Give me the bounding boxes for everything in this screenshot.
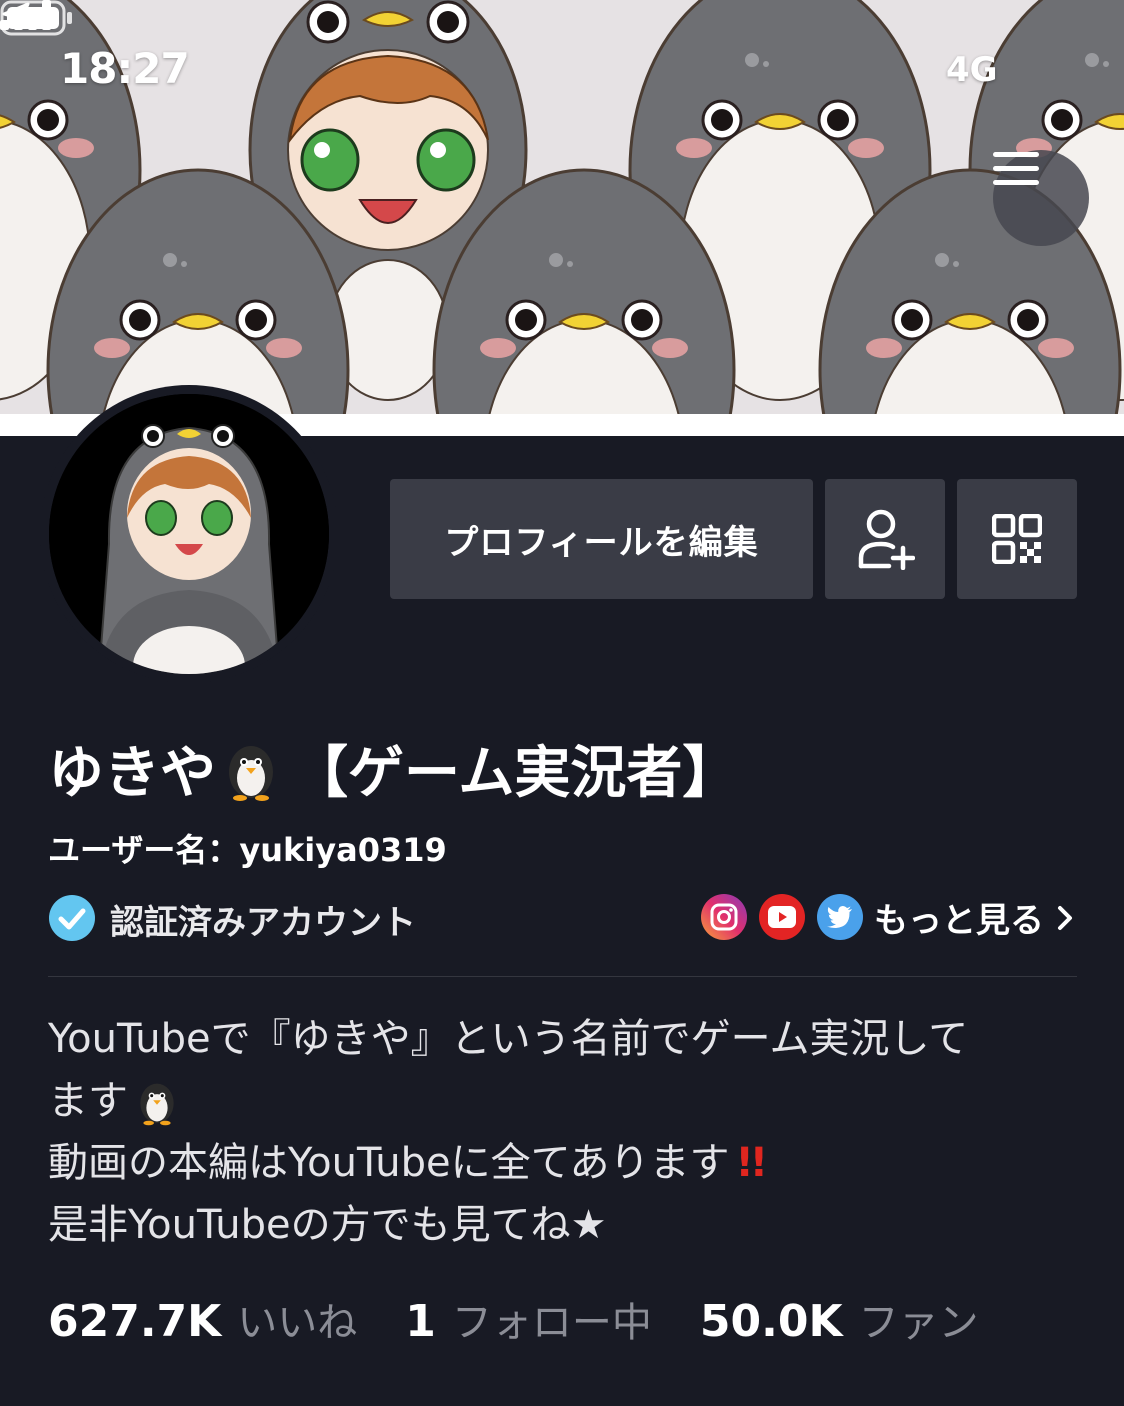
instagram-icon bbox=[710, 903, 738, 931]
avatar-illustration bbox=[49, 394, 329, 674]
fans-label[interactable]: ファン bbox=[859, 1290, 979, 1348]
profile-page: 18:27 4G プロフィールを編集 ゆきや 【ゲーム実況者】 ユーザー名：yu… bbox=[0, 0, 1124, 1406]
qr-code-icon bbox=[992, 514, 1042, 564]
status-time: 18:27 bbox=[60, 44, 190, 93]
youtube-link[interactable] bbox=[759, 894, 805, 940]
twitter-link[interactable] bbox=[817, 894, 863, 940]
instagram-link[interactable] bbox=[701, 894, 747, 940]
edit-profile-button[interactable]: プロフィールを編集 bbox=[390, 479, 813, 599]
verified-account-label: 認証済みアカウント bbox=[110, 903, 416, 943]
qr-code-button[interactable] bbox=[957, 479, 1077, 599]
bio-line-4: 是非YouTubeの方でも見てね★ bbox=[48, 1194, 1088, 1256]
see-more-label: もっと見る bbox=[874, 901, 1044, 941]
display-name-prefix: ゆきや bbox=[48, 741, 216, 806]
likes-label: いいね bbox=[237, 1300, 358, 1346]
bio-line-1: YouTubeで『ゆきや』という名前でゲーム実況して bbox=[48, 1008, 1088, 1070]
username: ユーザー名：yukiya0319 bbox=[48, 831, 447, 869]
bio-line-3-text: 動画の本編はYouTubeに全てあります bbox=[48, 1140, 730, 1186]
menu-button[interactable] bbox=[993, 150, 1089, 246]
display-name-suffix: 【ゲーム実況者】 bbox=[292, 741, 739, 806]
fans-count[interactable]: 50.0K bbox=[700, 1296, 843, 1347]
profile-stats: 627.7K いいね 1 フォロー中 50.0K ファン bbox=[48, 1290, 1027, 1348]
add-friend-icon bbox=[858, 509, 915, 570]
bio-line-3: 動画の本編はYouTubeに全てあります !! bbox=[48, 1132, 1088, 1194]
following-label[interactable]: フォロー中 bbox=[452, 1290, 652, 1348]
bio: YouTubeで『ゆきや』という名前でゲーム実況して ます 動画の本編はYouT… bbox=[48, 1008, 1088, 1256]
add-friend-button[interactable] bbox=[825, 479, 945, 599]
youtube-icon bbox=[768, 906, 796, 928]
penguin-emoji-icon bbox=[140, 1083, 174, 1126]
double-exclamation-icon: !! bbox=[735, 1140, 768, 1186]
following-count[interactable]: 1 bbox=[405, 1296, 436, 1347]
verified-check-icon bbox=[49, 895, 95, 941]
avatar[interactable] bbox=[49, 394, 329, 674]
penguin-emoji-icon bbox=[229, 745, 273, 801]
twitter-icon bbox=[827, 906, 852, 928]
hamburger-menu-icon bbox=[993, 152, 1039, 185]
likes-count: 627.7K bbox=[48, 1296, 222, 1347]
display-name: ゆきや 【ゲーム実況者】 bbox=[48, 728, 738, 809]
bio-line-4-text: 是非YouTubeの方でも見てね★ bbox=[48, 1202, 607, 1248]
bio-line-2-text: ます bbox=[48, 1078, 128, 1124]
bio-line-1-text: YouTubeで『ゆきや』という名前でゲーム実況して bbox=[48, 1016, 969, 1062]
see-more-link[interactable]: もっと見る bbox=[874, 893, 1074, 942]
chevron-right-icon bbox=[1058, 905, 1072, 930]
profile-banner: 18:27 4G bbox=[0, 0, 1124, 414]
network-type: 4G bbox=[946, 50, 998, 90]
battery-icon bbox=[0, 0, 72, 36]
divider bbox=[48, 976, 1077, 977]
bio-line-2: ます bbox=[48, 1070, 1088, 1132]
